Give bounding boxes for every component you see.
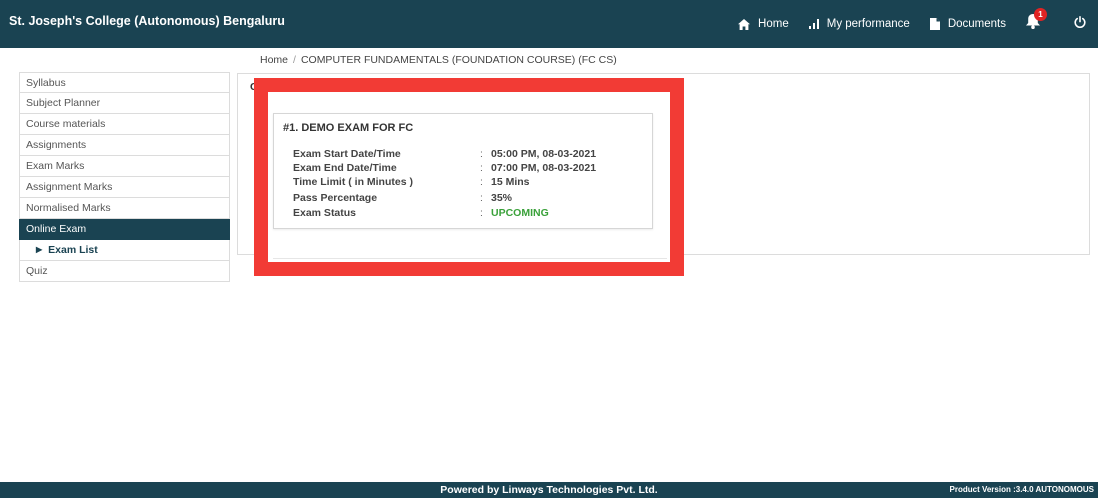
row-colon: : <box>480 162 483 174</box>
nav-home[interactable]: Home <box>738 18 789 30</box>
breadcrumb-home-link[interactable]: Home <box>260 54 288 66</box>
top-nav: Home My performance Documents 1 <box>738 0 1098 48</box>
nav-home-label: Home <box>758 18 789 30</box>
nav-my-performance-label: My performance <box>826 18 910 30</box>
sidebar-item-exam-marks[interactable]: Exam Marks <box>19 156 230 177</box>
card-divider <box>273 258 667 259</box>
sidebar-item-subject-planner[interactable]: Subject Planner <box>19 93 230 114</box>
pass-percentage-label: Pass Percentage <box>293 192 378 204</box>
exam-card[interactable]: #1. DEMO EXAM FOR FC Exam Start Date/Tim… <box>273 113 653 229</box>
sidebar-item-course-materials[interactable]: Course materials <box>19 114 230 135</box>
exam-start-label: Exam Start Date/Time <box>293 148 401 160</box>
exam-status-badge: UPCOMING <box>491 207 549 219</box>
time-limit-label: Time Limit ( in Minutes ) <box>293 176 413 188</box>
sidebar-subitem-exam-list[interactable]: ▶ Exam List <box>19 240 230 261</box>
breadcrumb: Home / COMPUTER FUNDAMENTALS (FOUNDATION C… <box>260 54 617 66</box>
nav-documents[interactable]: Documents <box>929 18 1006 30</box>
exam-row-status: Exam Status : UPCOMING <box>293 207 643 220</box>
sidebar-item-online-exam[interactable]: Online Exam <box>19 219 230 240</box>
pass-percentage-value: 35% <box>491 192 513 204</box>
row-colon: : <box>480 192 483 204</box>
exam-status-label: Exam Status <box>293 207 357 219</box>
time-limit-value: 15 Mins <box>491 176 530 188</box>
document-icon <box>929 18 940 30</box>
exam-row-pass-percentage: Pass Percentage : 35% <box>293 192 643 205</box>
sidebar-item-syllabus[interactable]: Syllabus <box>19 72 230 93</box>
power-icon <box>1074 15 1086 33</box>
exam-row-start: Exam Start Date/Time : 05:00 PM, 08-03-2… <box>293 148 643 161</box>
bar-chart-icon <box>808 19 819 29</box>
exam-start-value: 05:00 PM, 08-03-2021 <box>491 148 597 160</box>
product-version: Product Version :3.4.0 AUTONOMOUS <box>949 485 1094 494</box>
footer: Powered by Linways Technologies Pvt. Ltd… <box>0 482 1098 498</box>
nav-my-performance[interactable]: My performance <box>808 18 910 30</box>
notifications-button[interactable]: 1 <box>1026 8 1047 34</box>
top-navbar: St. Joseph's College (Autonomous) Bengal… <box>0 0 1098 48</box>
college-name[interactable]: St. Joseph's College (Autonomous) Bengal… <box>9 14 285 28</box>
exam-end-value: 07:00 PM, 08-03-2021 <box>491 162 597 174</box>
row-colon: : <box>480 207 483 219</box>
row-colon: : <box>480 148 483 160</box>
sidebar-item-normalised-marks[interactable]: Normalised Marks <box>19 198 230 219</box>
notification-badge: 1 <box>1034 8 1047 21</box>
home-icon <box>738 18 751 30</box>
breadcrumb-current: COMPUTER FUNDAMENTALS (FOUNDATION COURSE… <box>300 54 617 66</box>
course-sidebar: Syllabus Subject Planner Course material… <box>19 72 230 282</box>
exam-title: #1. DEMO EXAM FOR FC <box>283 122 414 134</box>
sidebar-item-assignment-marks[interactable]: Assignment Marks <box>19 177 230 198</box>
exam-end-label: Exam End Date/Time <box>293 162 397 174</box>
caret-right-icon: ▶ <box>36 245 43 254</box>
exam-row-time-limit: Time Limit ( in Minutes ) : 15 Mins <box>293 176 643 189</box>
exam-row-end: Exam End Date/Time : 07:00 PM, 08-03-202… <box>293 162 643 175</box>
breadcrumb-separator: / <box>293 54 296 66</box>
nav-documents-label: Documents <box>947 18 1006 30</box>
sidebar-item-assignments[interactable]: Assignments <box>19 135 230 156</box>
sidebar-subitem-label: Exam List <box>48 244 98 256</box>
logout-button[interactable] <box>1074 15 1086 33</box>
powered-by-text: Powered by Linways Technologies Pvt. Ltd… <box>440 484 658 496</box>
sidebar-item-quiz[interactable]: Quiz <box>19 261 230 282</box>
row-colon: : <box>480 176 483 188</box>
